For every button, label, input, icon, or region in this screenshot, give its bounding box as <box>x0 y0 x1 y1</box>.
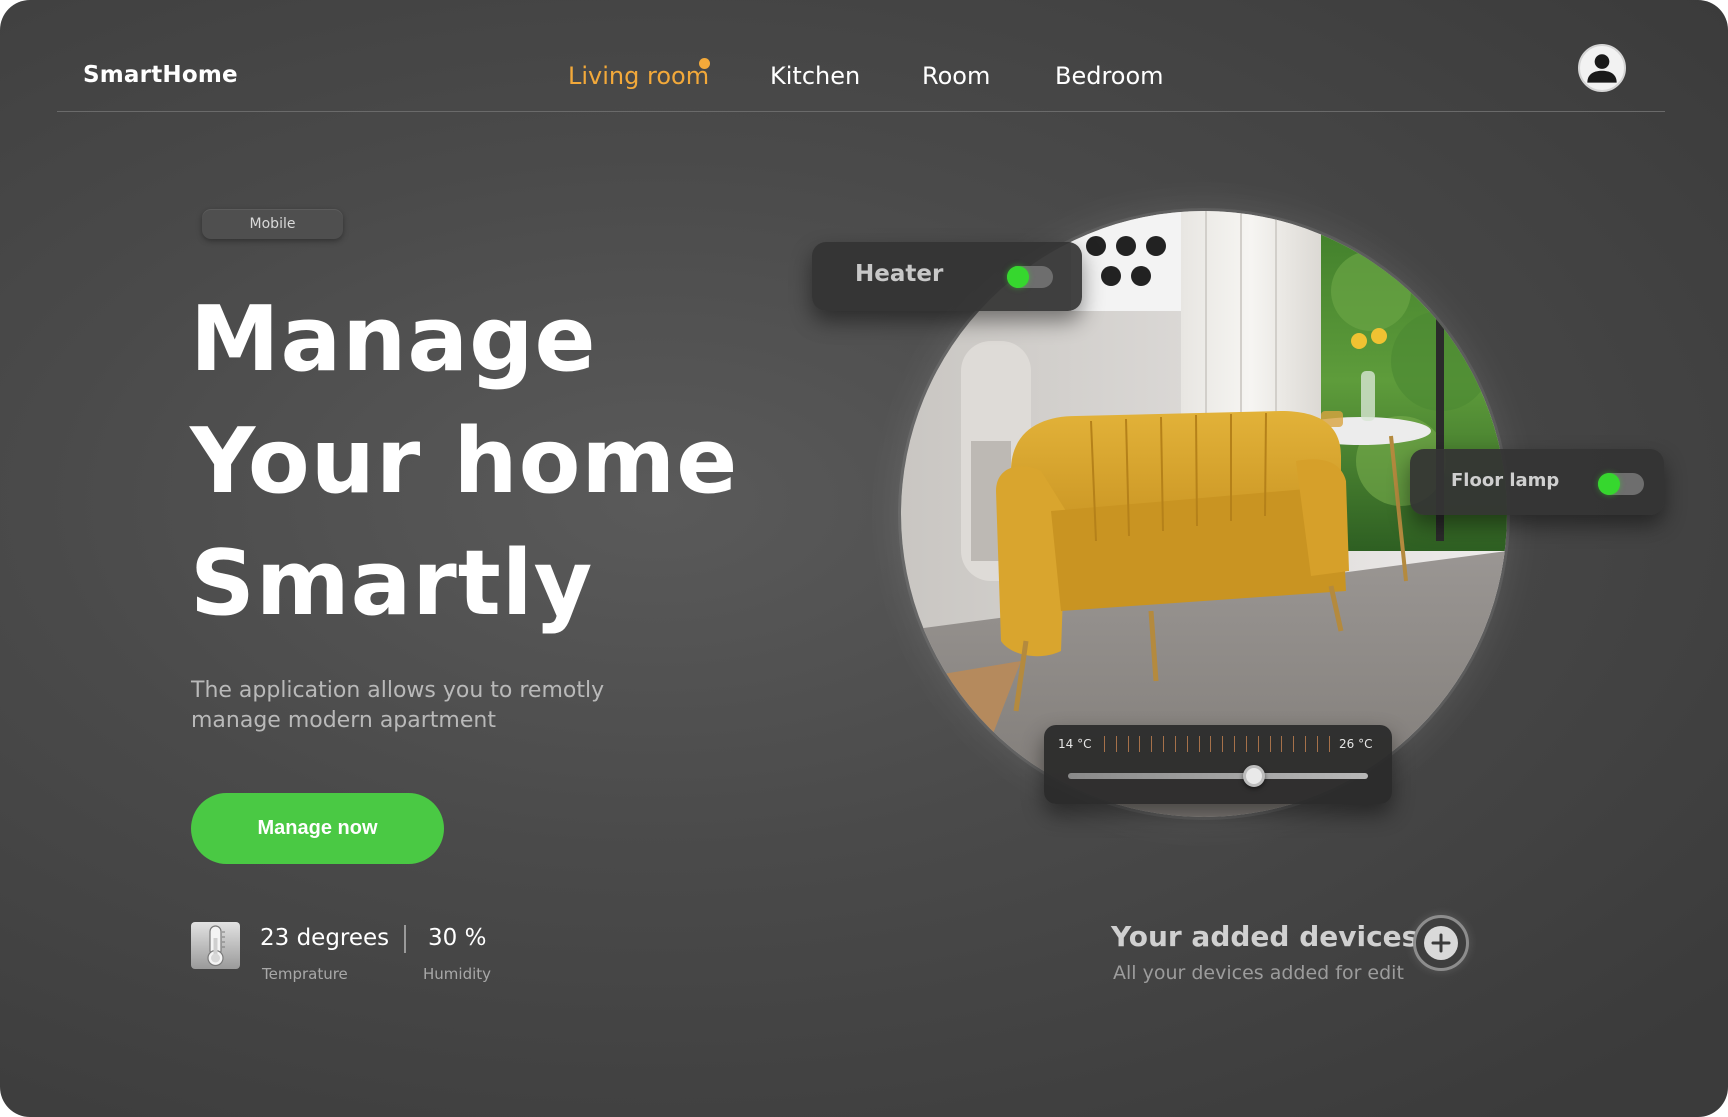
nav-item-kitchen[interactable]: Kitchen <box>770 62 860 90</box>
thermostat-tick <box>1139 736 1141 752</box>
thermostat-tick <box>1104 736 1105 752</box>
added-devices-subtitle: All your devices added for edit <box>1113 962 1404 984</box>
hero-subtitle: The application allows you to remotly ma… <box>191 678 605 733</box>
floor-lamp-toggle[interactable] <box>1598 473 1644 495</box>
thermostat-slider-thumb[interactable] <box>1243 765 1265 787</box>
added-devices-title: Your added devices <box>1111 920 1419 953</box>
thermostat-tick <box>1234 736 1236 752</box>
humidity-value: 30 % <box>428 925 487 951</box>
thermostat-tick <box>1305 736 1307 752</box>
stats-divider <box>404 925 406 953</box>
thermostat-tick <box>1115 736 1117 752</box>
thermostat-tick <box>1316 736 1318 752</box>
manage-now-button[interactable]: Manage now <box>191 793 444 864</box>
hero-title-line-2: Your home <box>190 409 739 514</box>
user-avatar-icon[interactable] <box>1578 44 1626 92</box>
thermostat-tick <box>1245 736 1247 752</box>
thermostat-tick <box>1257 736 1259 752</box>
nav-item-room[interactable]: Room <box>922 62 990 90</box>
thermostat-tick <box>1293 736 1295 752</box>
thermostat-max-label: 26 °C <box>1339 737 1373 751</box>
plus-icon <box>1424 926 1458 960</box>
heater-toggle-knob <box>1007 266 1029 288</box>
thermostat-tick <box>1163 736 1165 752</box>
heater-card: Heater <box>812 242 1082 311</box>
thermostat-tick <box>1186 736 1188 752</box>
thermostat-min-label: 14 °C <box>1058 737 1092 751</box>
header-divider <box>57 111 1665 112</box>
thermostat-tick <box>1222 736 1224 752</box>
nav-item-bedroom[interactable]: Bedroom <box>1055 62 1164 90</box>
add-device-button[interactable] <box>1413 915 1469 971</box>
thermostat-tick <box>1127 736 1129 752</box>
thermostat-card: 14 °C 26 °C <box>1044 725 1392 804</box>
thermostat-tick <box>1269 736 1271 752</box>
humidity-label: Humidity <box>423 965 492 983</box>
thermometer-icon <box>191 922 240 969</box>
hero-title-line-3: Smartly <box>190 531 594 636</box>
thermostat-tick <box>1281 736 1283 752</box>
heater-label: Heater <box>855 261 944 287</box>
thermostat-scale <box>1104 736 1330 752</box>
temperature-value: 23 degrees <box>260 925 390 951</box>
heater-toggle[interactable] <box>1007 266 1053 288</box>
floor-lamp-card: Floor lamp <box>1410 449 1664 515</box>
hero-title-line-1: Manage <box>190 287 597 392</box>
floor-lamp-toggle-knob <box>1598 473 1620 495</box>
thermostat-tick <box>1210 736 1212 752</box>
thermostat-slider[interactable] <box>1068 765 1368 787</box>
thermostat-tick <box>1328 736 1330 752</box>
thermostat-tick <box>1174 736 1176 752</box>
room-nav: Living room Kitchen Room Bedroom <box>0 58 1728 96</box>
nav-item-living-room[interactable]: Living room <box>568 62 709 90</box>
thermostat-tick <box>1198 736 1200 752</box>
temperature-label: Temprature <box>262 965 348 983</box>
platform-tag[interactable]: Mobile <box>202 209 343 239</box>
active-indicator-dot <box>699 58 710 69</box>
app-frame: SmartHome Living room Kitchen Room Bedro… <box>0 0 1728 1117</box>
thermostat-tick <box>1151 736 1153 752</box>
floor-lamp-label: Floor lamp <box>1451 470 1560 491</box>
